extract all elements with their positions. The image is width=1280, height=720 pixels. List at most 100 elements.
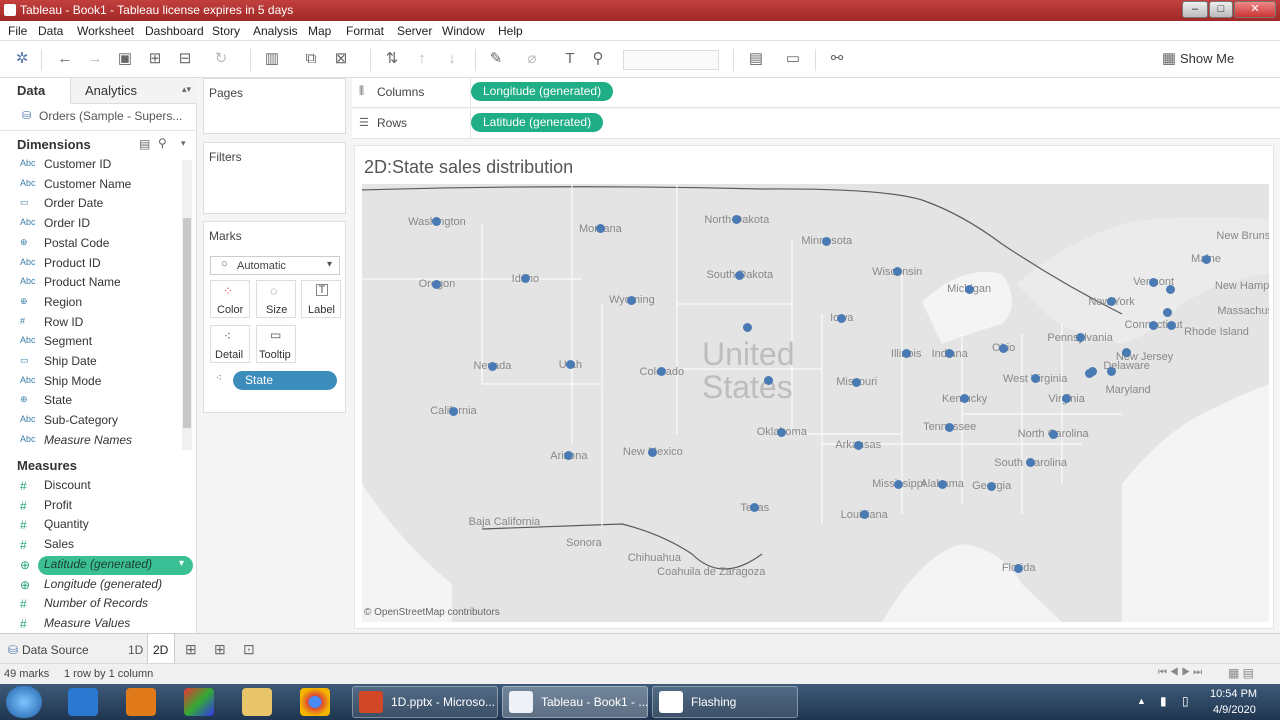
state-mark-arkansas[interactable] xyxy=(853,440,863,450)
mark-type-dropdown[interactable]: ○ Automatic ▾ xyxy=(210,256,340,275)
new-worksheet-icon[interactable]: ▥ xyxy=(263,50,281,68)
menu-server[interactable]: Server xyxy=(397,24,432,38)
tab-sheet-2d[interactable]: 2D xyxy=(153,643,168,657)
state-mark-florida[interactable] xyxy=(1014,563,1024,573)
tableau-logo-icon[interactable]: ✲ xyxy=(13,50,31,68)
rows-shelf[interactable]: ☰ Rows Latitude (generated) xyxy=(352,109,1280,139)
clear-sheet-icon[interactable]: ⊠ xyxy=(332,50,350,68)
forward-icon[interactable]: → xyxy=(86,50,104,68)
state-mark-new-hampshire[interactable] xyxy=(1165,284,1175,294)
new-story-icon[interactable]: ⊡ xyxy=(243,641,255,658)
show-me-icon[interactable]: ▦ xyxy=(1160,50,1178,68)
menu-file[interactable]: File xyxy=(8,24,27,38)
menu-analysis[interactable]: Analysis xyxy=(253,24,298,38)
filters-card[interactable]: Filters xyxy=(203,142,346,214)
tab-data-source[interactable]: Data Source xyxy=(22,643,89,657)
latitude-pill[interactable]: Latitude (generated) xyxy=(471,113,604,132)
state-mark-nebraska[interactable] xyxy=(742,322,752,332)
drive-icon[interactable] xyxy=(184,688,214,716)
measure-number-of-records[interactable]: # Number of Records xyxy=(0,595,180,614)
pane-menu-icon[interactable]: ▴▾ xyxy=(182,84,191,95)
clock-date[interactable]: 4/9/2020 xyxy=(1213,704,1256,716)
measure-latitude-generated[interactable]: ▾ ⊕ Latitude (generated) xyxy=(20,555,193,575)
state-mark-louisiana[interactable] xyxy=(859,510,869,520)
new-dashboard-icon[interactable]: ⊞ xyxy=(214,641,226,658)
state-mark-district-of-columbia[interactable] xyxy=(1084,369,1094,378)
close-window-button[interactable]: ✕ xyxy=(1234,1,1276,18)
longitude-pill[interactable]: Longitude (generated) xyxy=(471,82,614,101)
label-button[interactable]: T Label xyxy=(301,280,341,318)
datasource-name[interactable]: Orders (Sample - Supers... xyxy=(39,109,182,123)
state-mark-alabama[interactable] xyxy=(937,479,947,489)
view-mode-icons[interactable]: ▦ ▤ xyxy=(1228,666,1254,680)
swap-rows-columns-icon[interactable]: ⇅ xyxy=(383,50,401,68)
state-mark-wyoming[interactable] xyxy=(627,295,637,305)
state-mark-vermont[interactable] xyxy=(1149,277,1159,287)
menu-map[interactable]: Map xyxy=(308,24,331,38)
measure-quantity[interactable]: # Quantity xyxy=(0,516,180,535)
viz-view[interactable]: 2D:State sales distribution WashingtonMo… xyxy=(354,145,1274,629)
measure-profit[interactable]: # Profit xyxy=(0,497,180,516)
chrome-icon[interactable] xyxy=(300,688,330,716)
state-mark-west-virginia[interactable] xyxy=(1030,374,1040,384)
menu-window[interactable]: Window xyxy=(442,24,485,38)
state-detail-pill[interactable]: State xyxy=(233,371,337,390)
group-members-icon[interactable]: ⌀ xyxy=(523,50,541,68)
detail-button[interactable]: ⁖ Detail xyxy=(210,325,250,363)
dimension-state[interactable]: ⊕ State xyxy=(0,392,180,411)
dimension-row-id[interactable]: # Row ID xyxy=(0,314,180,333)
state-mark-iowa[interactable] xyxy=(837,313,847,323)
new-data-source-icon[interactable]: ⊞ xyxy=(146,50,164,68)
media-player-icon[interactable] xyxy=(126,688,156,716)
state-mark-montana[interactable] xyxy=(595,224,605,234)
back-icon[interactable]: ← xyxy=(56,50,74,68)
state-mark-michigan[interactable] xyxy=(964,284,974,294)
menu-format[interactable]: Format xyxy=(346,24,384,38)
measure-sales[interactable]: # Sales xyxy=(0,536,180,555)
save-icon[interactable]: ▣ xyxy=(116,50,134,68)
start-button[interactable] xyxy=(6,686,42,718)
menu-help[interactable]: Help xyxy=(498,24,523,38)
dimension-measure-names[interactable]: Abc Measure Names xyxy=(0,432,180,451)
state-mark-illinois[interactable] xyxy=(901,349,911,359)
tab-analytics[interactable]: Analytics xyxy=(85,83,137,98)
dimension-product-id[interactable]: Abc Product ID xyxy=(0,255,180,274)
columns-shelf[interactable]: ⫼ Columns Longitude (generated) xyxy=(352,78,1280,108)
show-me-button[interactable]: Show Me xyxy=(1180,51,1234,66)
chevron-down-icon[interactable]: ▾ xyxy=(179,558,184,569)
dimensions-scrollbar[interactable] xyxy=(182,160,192,450)
state-mark-maine[interactable] xyxy=(1201,254,1211,264)
battery-icon[interactable]: ▯ xyxy=(1182,694,1189,708)
menu-data[interactable]: Data xyxy=(38,24,63,38)
view-toggle-icon[interactable]: ▤ xyxy=(139,137,150,151)
state-mark-pennsylvania[interactable] xyxy=(1075,333,1085,343)
sort-ascending-icon[interactable]: ↑ xyxy=(413,50,431,68)
tab-sheet-1d[interactable]: 1D xyxy=(128,643,143,657)
menu-worksheet[interactable]: Worksheet xyxy=(77,24,134,38)
measure-longitude-generated[interactable]: ⊕ Longitude (generated) xyxy=(0,576,180,595)
map-background[interactable]: WashingtonMontanaNorth DakotaMinnesotaOr… xyxy=(362,184,1269,622)
color-button[interactable]: ⁘ Color xyxy=(210,280,250,318)
dimension-customer-name[interactable]: Abc Customer Name xyxy=(0,176,180,195)
measure-discount[interactable]: # Discount xyxy=(0,477,180,496)
fix-axes-icon[interactable]: ⚲ xyxy=(589,50,607,68)
show-mark-labels-icon[interactable]: T xyxy=(561,50,579,68)
state-mark-tennessee[interactable] xyxy=(945,422,955,432)
state-mark-new-mexico[interactable] xyxy=(648,447,658,457)
state-mark-mississippi[interactable] xyxy=(894,479,904,489)
refresh-icon[interactable]: ↻ xyxy=(212,50,230,68)
share-icon[interactable]: ⚯ xyxy=(828,50,846,68)
internet-explorer-icon[interactable] xyxy=(68,688,98,716)
dimension-customer-id[interactable]: Abc Customer ID xyxy=(0,156,180,175)
clock-time[interactable]: 10:54 PM xyxy=(1210,688,1257,700)
state-mark-kansas[interactable] xyxy=(763,376,773,386)
dimension-ship-mode[interactable]: Abc Ship Mode xyxy=(0,373,180,392)
dimension-product-name[interactable]: Abc Product Name xyxy=(0,274,180,293)
minimize-button[interactable]: – xyxy=(1182,1,1208,18)
sheet-nav-icons[interactable]: ⏮ ◀ ▶ ⏭ xyxy=(1158,667,1202,678)
menu-dashboard[interactable]: Dashboard xyxy=(145,24,204,38)
dimension-region[interactable]: ⊕ Region xyxy=(0,294,180,313)
presentation-mode-icon[interactable]: ▭ xyxy=(784,50,802,68)
state-mark-wisconsin[interactable] xyxy=(892,267,902,277)
highlight-icon[interactable]: ✎ xyxy=(487,50,505,68)
